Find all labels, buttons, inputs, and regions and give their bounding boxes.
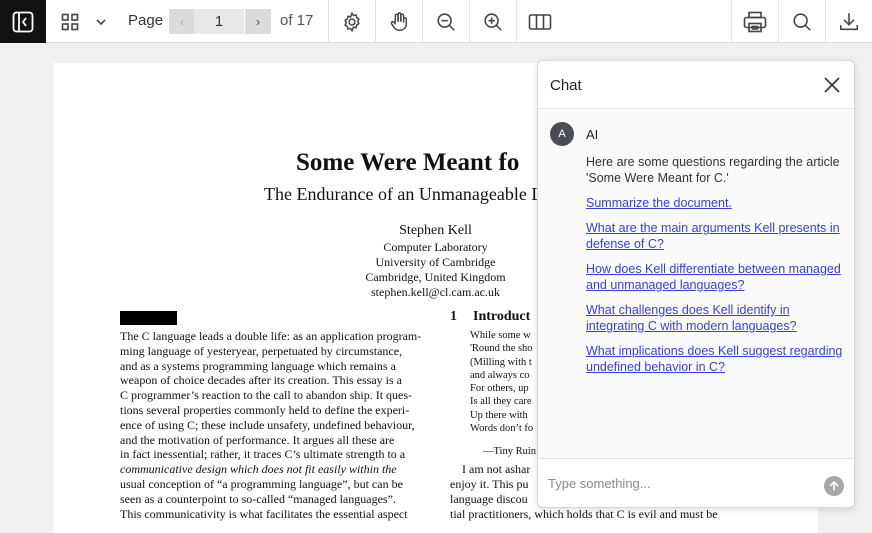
suggested-question-link[interactable]: What implications does Kell suggest rega…: [586, 343, 848, 375]
chat-messages: A AI Here are some questions regarding t…: [538, 110, 854, 458]
page-layout-button[interactable]: [517, 0, 563, 43]
chat-message-input[interactable]: [548, 471, 808, 495]
sidebar-toggle-button[interactable]: [0, 0, 46, 43]
chat-header: Chat: [538, 61, 854, 109]
suggested-question-link[interactable]: What are the main arguments Kell present…: [586, 220, 848, 252]
next-page-button[interactable]: ›: [245, 9, 271, 34]
epigraph-line: 'Round the sho: [470, 343, 533, 355]
thumbnails-button[interactable]: [56, 0, 84, 43]
zoom-out-button[interactable]: [423, 0, 469, 43]
page-number-input[interactable]: [194, 9, 244, 34]
document-title: Some Were Meant fo: [296, 149, 520, 176]
epigraph-line: Words don’t fo: [470, 423, 534, 435]
chat-panel: Chat A AI Here are some questions regard…: [537, 60, 855, 508]
abstract-line: C programmer’s reaction to the call to a…: [120, 388, 413, 403]
abstract-line: seen as a counterpoint to so-called “man…: [120, 491, 396, 506]
download-icon: [839, 12, 859, 30]
epigraph-line: Up there with: [470, 409, 528, 421]
message-sender: AI: [586, 127, 599, 142]
printer-icon: [743, 11, 767, 32]
print-button[interactable]: [732, 0, 778, 43]
grid-icon: [61, 13, 79, 30]
abstract-line: in fact inessential; rather, it traces C…: [120, 447, 406, 462]
epigraph-line: While some w: [470, 330, 531, 341]
hand-icon: [390, 11, 408, 31]
abstract-line: tions several properties commonly held t…: [120, 402, 410, 417]
abstract-line: and as a systems programming language wh…: [120, 358, 396, 373]
abstract-line: and the motivation of performance. It ar…: [120, 432, 395, 447]
view-options-dropdown[interactable]: [90, 0, 112, 43]
columns-icon: [528, 13, 552, 30]
zoom-out-icon: [437, 12, 455, 31]
avatar: A: [550, 122, 574, 146]
abstract-line: ming language of yesteryear, perpetuated…: [120, 343, 403, 358]
abstract-line: communicative design which does not fit …: [120, 462, 397, 477]
chevron-down-icon: [96, 18, 106, 25]
section-number: 1: [450, 309, 457, 324]
suggested-question-link[interactable]: What challenges does Kell identify in in…: [586, 302, 848, 334]
search-button[interactable]: [779, 0, 825, 43]
epigraph-attribution: —Tiny Ruin: [483, 446, 537, 457]
abstract-line: weapon of choice decades after its creat…: [120, 373, 402, 388]
abstract-line: ence of using C; these include unsafety,…: [120, 417, 415, 432]
epigraph: While some w 'Round the sho (Milling wit…: [470, 329, 533, 435]
previous-page-button[interactable]: ‹: [169, 9, 195, 34]
abstract-line: usual conception of “a programming langu…: [120, 476, 403, 491]
section-title: Introduct: [473, 309, 531, 324]
document-subtitle: The Endurance of an Unmanageable L: [264, 184, 543, 204]
page-label: Page: [128, 12, 164, 29]
epigraph-line: For others, up: [470, 383, 529, 395]
redacted-heading: [120, 311, 177, 325]
gear-icon: [344, 11, 360, 32]
message-text: Here are some questions regarding the ar…: [586, 155, 840, 185]
download-button[interactable]: [826, 0, 872, 43]
zoom-in-icon: [484, 12, 502, 31]
abstract: The C language leads a double life: as a…: [120, 329, 425, 521]
abstract-line: This communicativity is what facilitates…: [120, 506, 408, 521]
chat-title: Chat: [550, 77, 582, 94]
body-line: tial practitioners, which holds that C i…: [450, 507, 718, 521]
epigraph-line: Is all they care: [470, 396, 532, 408]
epigraph-line: and always co: [470, 369, 530, 381]
pan-tool-button[interactable]: [376, 0, 422, 43]
arrow-up-icon: [829, 480, 839, 491]
chat-input-area: [538, 458, 854, 507]
close-chat-button[interactable]: [820, 73, 844, 97]
close-icon: [824, 77, 840, 93]
search-icon: [793, 12, 811, 31]
settings-button[interactable]: [329, 0, 375, 43]
suggested-question-link[interactable]: Summarize the document.: [586, 195, 848, 211]
suggested-question-link[interactable]: How does Kell differentiate between mana…: [586, 261, 848, 293]
epigraph-line: (Milling with t: [470, 356, 532, 368]
toolbar: Page ‹ › of 17: [0, 0, 872, 43]
zoom-in-button[interactable]: [470, 0, 516, 43]
send-message-button[interactable]: [824, 476, 844, 496]
page-count-label: of 17: [280, 12, 314, 29]
sidebar-toggle-icon: [12, 11, 34, 32]
abstract-line: The C language leads a double life: as a…: [120, 329, 422, 343]
